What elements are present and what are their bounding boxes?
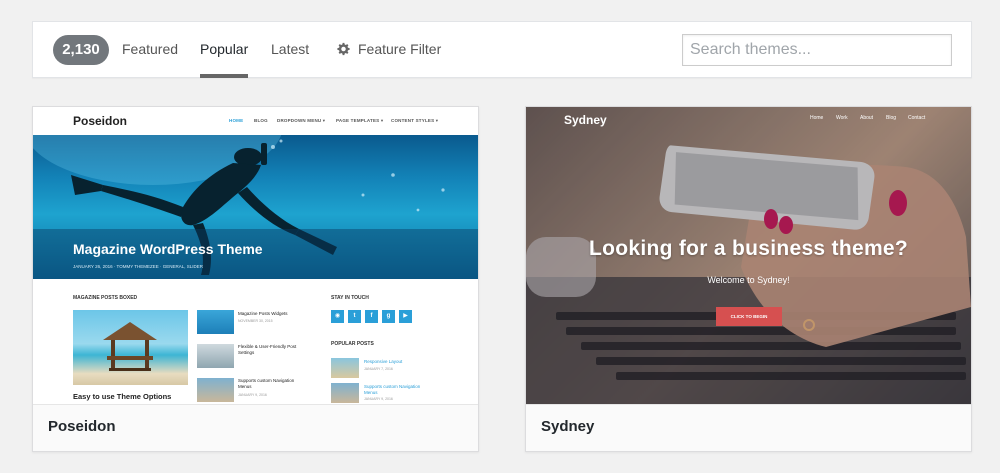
theme-name: Poseidon: [33, 404, 478, 451]
preview-nav-item: DROPDOWN MENU ▾: [277, 118, 326, 123]
preview-hero-image: Magazine WordPress Theme JANUARY 26, 201…: [33, 135, 478, 279]
preview-post-date: JANUARY 7, 2016: [364, 367, 393, 371]
gear-icon: [337, 42, 350, 56]
post-thumbnail: [197, 310, 234, 334]
feature-filter-link[interactable]: Feature Filter: [337, 40, 441, 58]
search-input[interactable]: [682, 34, 952, 66]
preview-logo: Poseidon: [73, 114, 128, 128]
youtube-icon: ▶: [399, 310, 412, 323]
preview-section-title: POPULAR POSTS: [331, 341, 374, 347]
preview-subline: Welcome to Sydney!: [707, 275, 790, 285]
post-thumbnail: [331, 383, 359, 403]
beach-hut-image: [73, 310, 188, 385]
theme-card-sydney[interactable]: Sydney Home Work About Blog Contact Look…: [525, 106, 972, 452]
preview-post-title: Supports custom Navigation Menus: [238, 378, 295, 389]
googleplus-icon: g: [382, 310, 395, 323]
preview-post-title: Supports custom Navigation Menus: [364, 384, 421, 395]
preview-section-title: STAY IN TOUCH: [331, 295, 369, 301]
preview-post-title: Responsive Layout: [364, 359, 403, 364]
preview-nav-item: Work: [836, 115, 848, 121]
rss-icon: ◉: [331, 310, 344, 323]
theme-screenshot[interactable]: Poseidon HOME BLOG DROPDOWN MENU ▾ PAGE …: [33, 107, 478, 404]
twitter-icon: t: [348, 310, 361, 323]
preview-nav-item: CONTENT STYLES ▾: [391, 118, 439, 123]
post-thumbnail: [331, 358, 359, 378]
preview-post-title: Flexible & User-Friendly Post Settings: [238, 344, 297, 355]
preview-nav-item: PAGE TEMPLATES ▾: [336, 118, 384, 123]
post-thumbnail: [197, 344, 234, 368]
preview-featured-post-title: Easy to use Theme Options: [73, 392, 172, 401]
preview-hero-meta: JANUARY 26, 2016 · TOMMY THEMEZEE · GENE…: [73, 264, 204, 269]
facebook-icon: f: [365, 310, 378, 323]
preview-post-date: JANUARY 9, 2016: [364, 397, 393, 401]
preview-post-date: JANUARY 9, 2016: [238, 393, 267, 397]
theme-screenshot[interactable]: Sydney Home Work About Blog Contact Look…: [526, 107, 971, 404]
preview-cta-button: CLICK TO BEGIN: [716, 307, 782, 326]
preview-nav-item: HOME: [229, 118, 244, 123]
preview-post-date: NOVEMBER 30, 2015: [238, 319, 273, 323]
tab-popular[interactable]: Popular: [200, 40, 248, 58]
tab-latest[interactable]: Latest: [271, 40, 309, 58]
preview-nav-item: Blog: [886, 115, 897, 121]
preview-section-title: MAGAZINE POSTS BOXED: [73, 295, 138, 301]
preview-nav-item: BLOG: [254, 118, 268, 123]
preview-post-title: Magazine Posts Widgets: [238, 311, 288, 316]
preview-nav-item: About: [860, 115, 874, 121]
tab-featured[interactable]: Featured: [122, 40, 178, 58]
theme-count-badge: 2,130: [53, 35, 109, 65]
preview-headline: Looking for a business theme?: [588, 237, 909, 260]
preview-header: Poseidon HOME BLOG DROPDOWN MENU ▾ PAGE …: [33, 107, 478, 135]
preview-hero-title: Magazine WordPress Theme: [73, 241, 263, 257]
preview-content: MAGAZINE POSTS BOXED Easy to use Theme O…: [33, 279, 478, 404]
theme-card-poseidon[interactable]: Poseidon HOME BLOG DROPDOWN MENU ▾ PAGE …: [32, 106, 479, 452]
current-tab-indicator: [200, 74, 248, 78]
post-thumbnail: [197, 378, 234, 402]
feature-filter-label: Feature Filter: [358, 41, 442, 57]
theme-name: Sydney: [526, 404, 971, 451]
theme-filter-bar: 2,130 Featured Popular Latest Feature Fi…: [32, 21, 972, 78]
preview-logo: Sydney: [564, 113, 607, 127]
preview-nav-item: Contact: [908, 115, 926, 121]
preview-nav-item: Home: [810, 115, 824, 121]
